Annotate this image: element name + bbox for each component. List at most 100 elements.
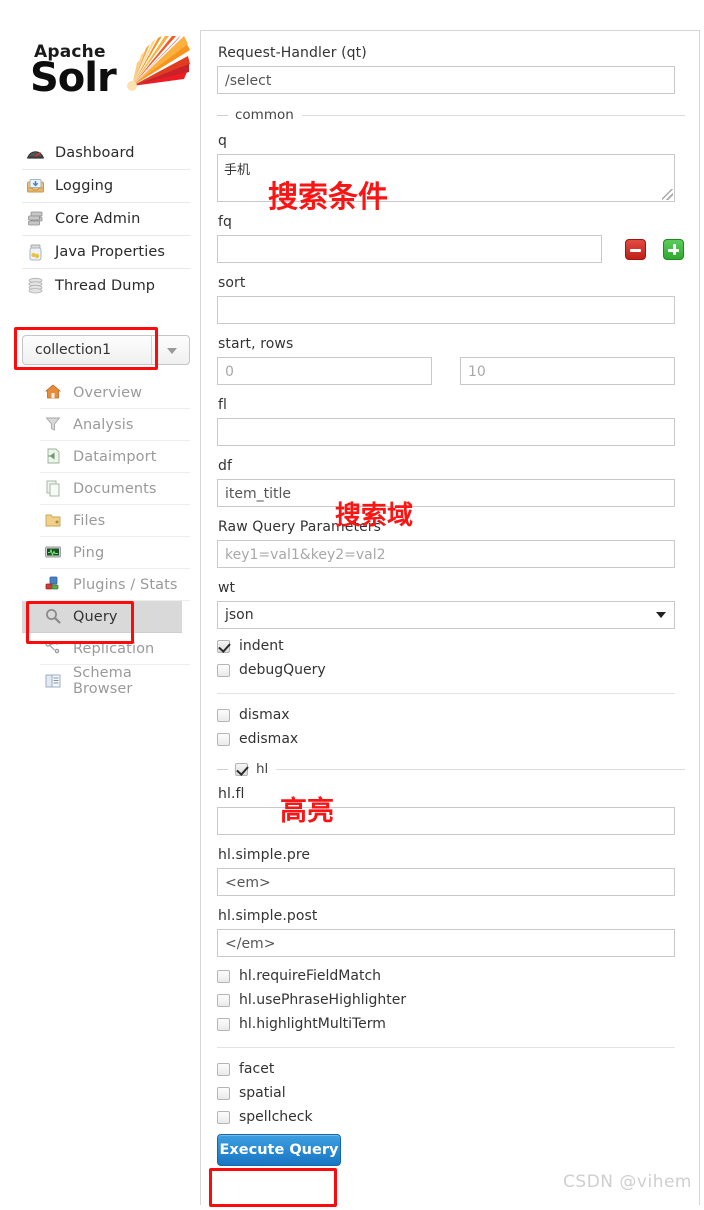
debugquery-checkbox[interactable] (217, 663, 230, 677)
hl-fl-input[interactable] (217, 807, 675, 835)
hl-usephrasehighlighter-label: hl.usePhraseHighlighter (239, 992, 407, 1008)
fl-label: fl (218, 397, 228, 413)
fq-input[interactable] (217, 235, 602, 263)
plus-icon-v (673, 243, 676, 255)
facet-checkbox[interactable] (217, 1062, 230, 1076)
request-handler-input[interactable]: /select (217, 66, 675, 94)
debugquery-row[interactable]: debugQuery (217, 659, 685, 681)
common-fieldset-legend: common (217, 107, 685, 123)
execute-query-label: Execute Query (219, 1142, 339, 1158)
sidebar-item-query[interactable]: Query (22, 601, 182, 633)
sidebar-item-ping[interactable]: Ping (40, 537, 190, 569)
sidebar-item-overview[interactable]: Overview (40, 377, 190, 409)
thread-dump-stack-icon (26, 276, 45, 295)
sidebar-item-label: Dataimport (73, 448, 157, 465)
wt-value: json (225, 607, 254, 623)
dismax-row[interactable]: dismax (217, 704, 685, 726)
extra-toggles: facet spatial spellcheck (217, 1058, 685, 1128)
spatial-checkbox[interactable] (217, 1086, 230, 1100)
sidebar-item-label: Thread Dump (55, 277, 156, 294)
hl-highlightmultiterm-label: hl.highlightMultiTerm (239, 1016, 386, 1032)
raw-query-parameters-input[interactable]: key1=val1&key2=val2 (217, 540, 675, 568)
dismax-label: dismax (239, 707, 290, 723)
hl-usephrasehighlighter-checkbox[interactable] (217, 993, 230, 1007)
hl-requirefieldmatch-row[interactable]: hl.requireFieldMatch (217, 965, 685, 987)
hl-usephrasehighlighter-row[interactable]: hl.usePhraseHighlighter (217, 989, 685, 1011)
sidebar-item-label: Plugins / Stats (73, 576, 178, 593)
sidebar-item-label: Overview (73, 384, 143, 401)
sidebar-item-replication[interactable]: Replication (40, 633, 190, 665)
spellcheck-row[interactable]: spellcheck (217, 1106, 685, 1128)
sidebar-item-label: Analysis (73, 416, 134, 433)
sidebar-item-label: Java Properties (55, 244, 166, 260)
start-rows-row: 0 10 (217, 357, 685, 385)
hl-checkbox[interactable] (235, 762, 248, 776)
java-properties-jar-icon (26, 243, 45, 262)
start-input[interactable]: 0 (217, 357, 432, 385)
hl-highlightmultiterm-row[interactable]: hl.highlightMultiTerm (217, 1013, 685, 1035)
wt-select[interactable]: json (217, 601, 675, 629)
edismax-label: edismax (239, 731, 299, 747)
rows-input[interactable]: 10 (460, 357, 675, 385)
indent-row[interactable]: indent (217, 635, 685, 657)
resize-grip-icon[interactable] (662, 189, 673, 200)
sidebar-item-thread-dump[interactable]: Thread Dump (22, 269, 190, 302)
sidebar-item-logging[interactable]: Logging (22, 170, 190, 203)
core-selector-button[interactable]: collection1 (22, 335, 190, 365)
sidebar-item-analysis[interactable]: Analysis (40, 409, 190, 441)
edismax-checkbox[interactable] (217, 732, 230, 746)
core-admin-database-icon (26, 210, 45, 229)
core-selector-divider (151, 336, 152, 364)
hl-requirefieldmatch-checkbox[interactable] (217, 969, 230, 983)
facet-label: facet (239, 1061, 275, 1077)
sidebar: Apache Solr Dashboard Logging Core Admin… (0, 0, 200, 1210)
df-label: df (218, 458, 233, 474)
sidebar-item-schema-browser[interactable]: Schema Browser (40, 665, 190, 697)
execute-query-button[interactable]: Execute Query (217, 1134, 341, 1166)
sort-label: sort (218, 275, 246, 291)
sidebar-item-dataimport[interactable]: Dataimport (40, 441, 190, 473)
hl-highlightmultiterm-checkbox[interactable] (217, 1017, 230, 1031)
sidebar-item-label: Dashboard (55, 145, 135, 161)
sidebar-item-dashboard[interactable]: Dashboard (22, 137, 190, 170)
sidebar-item-label: Replication (73, 640, 155, 657)
spatial-row[interactable]: spatial (217, 1082, 685, 1104)
spellcheck-checkbox[interactable] (217, 1110, 230, 1124)
logo-solr-text: Solr (30, 55, 117, 101)
sidebar-item-files[interactable]: Files (40, 505, 190, 537)
schema-browser-icon (44, 672, 63, 691)
chevron-down-icon (656, 612, 666, 618)
files-folder-icon (44, 511, 63, 530)
hl-simple-post-input[interactable]: </em> (217, 929, 675, 957)
sidebar-item-core-admin[interactable]: Core Admin (22, 203, 190, 236)
chevron-down-icon (167, 348, 177, 354)
common-legend-label: common (235, 107, 294, 123)
sort-input[interactable] (217, 296, 675, 324)
hl-legend-label: hl (256, 761, 269, 777)
wt-label: wt (218, 580, 236, 596)
solr-admin-page: Apache Solr Dashboard Logging Core Admin… (0, 0, 704, 1210)
solr-logo[interactable]: Apache Solr (22, 34, 190, 114)
fq-remove-button[interactable] (625, 238, 646, 260)
df-input[interactable]: item_title (217, 479, 675, 507)
core-selector-value: collection1 (35, 342, 112, 358)
sidebar-item-documents[interactable]: Documents (40, 473, 190, 505)
dismax-checkbox[interactable] (217, 708, 230, 722)
hl-simple-pre-input[interactable]: <em> (217, 868, 675, 896)
sidebar-item-label: Query (73, 608, 118, 625)
indent-checkbox[interactable] (217, 639, 230, 653)
core-selector[interactable]: collection1 (22, 335, 190, 365)
fl-input[interactable] (217, 418, 675, 446)
q-textarea[interactable]: 手机 (217, 154, 675, 202)
sidebar-item-java-properties[interactable]: Java Properties (22, 236, 190, 269)
facet-row[interactable]: facet (217, 1058, 685, 1080)
edismax-row[interactable]: edismax (217, 728, 685, 750)
raw-query-parameters-label: Raw Query Parameters (218, 519, 382, 535)
hl-simple-post-label: hl.simple.post (218, 908, 318, 924)
fq-add-button[interactable] (663, 238, 684, 260)
sidebar-item-label: Files (73, 512, 106, 529)
spatial-label: spatial (239, 1085, 286, 1101)
sidebar-item-plugins-stats[interactable]: Plugins / Stats (40, 569, 190, 601)
divider-extra (217, 1047, 675, 1048)
hl-toggles: hl.requireFieldMatch hl.usePhraseHighlig… (217, 965, 685, 1035)
